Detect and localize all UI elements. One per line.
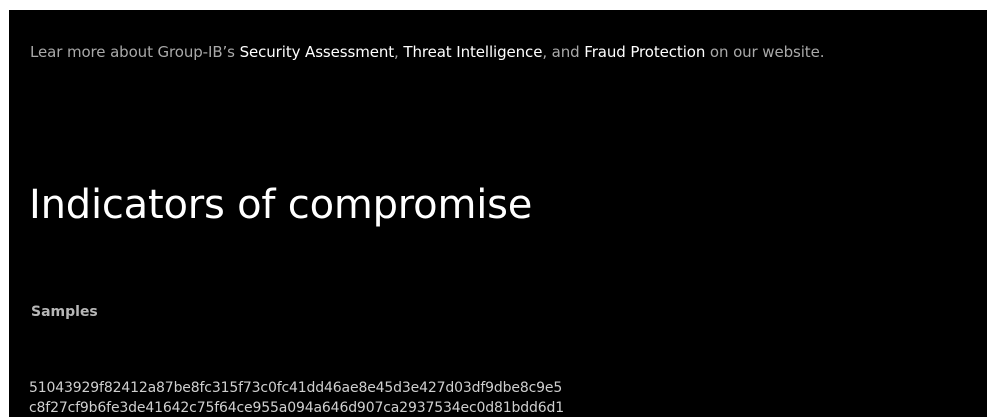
intro-separator: , <box>394 43 404 61</box>
intro-separator: , and <box>542 43 585 61</box>
fraud-protection-link[interactable]: Fraud Protection <box>584 43 705 61</box>
section-heading: Indicators of compromise <box>29 182 533 228</box>
sample-hash: 51043929f82412a87be8fc315f73c0fc41dd46ae… <box>29 380 563 396</box>
page-content: Lear more about Group-IB’s Security Asse… <box>9 10 987 417</box>
security-assessment-link[interactable]: Security Assessment <box>240 43 395 61</box>
intro-text: Lear more about Group-IB’s Security Asse… <box>30 43 824 61</box>
sample-hash: c8f27cf9b6fe3de41642c75f64ce955a094a646d… <box>29 400 564 416</box>
intro-suffix: on our website. <box>705 43 825 61</box>
threat-intelligence-link[interactable]: Threat Intelligence <box>403 43 542 61</box>
intro-prefix: Lear more about Group-IB’s <box>30 43 240 61</box>
samples-subheading: Samples <box>31 304 98 320</box>
samples-hash-list: 51043929f82412a87be8fc315f73c0fc41dd46ae… <box>29 378 564 417</box>
